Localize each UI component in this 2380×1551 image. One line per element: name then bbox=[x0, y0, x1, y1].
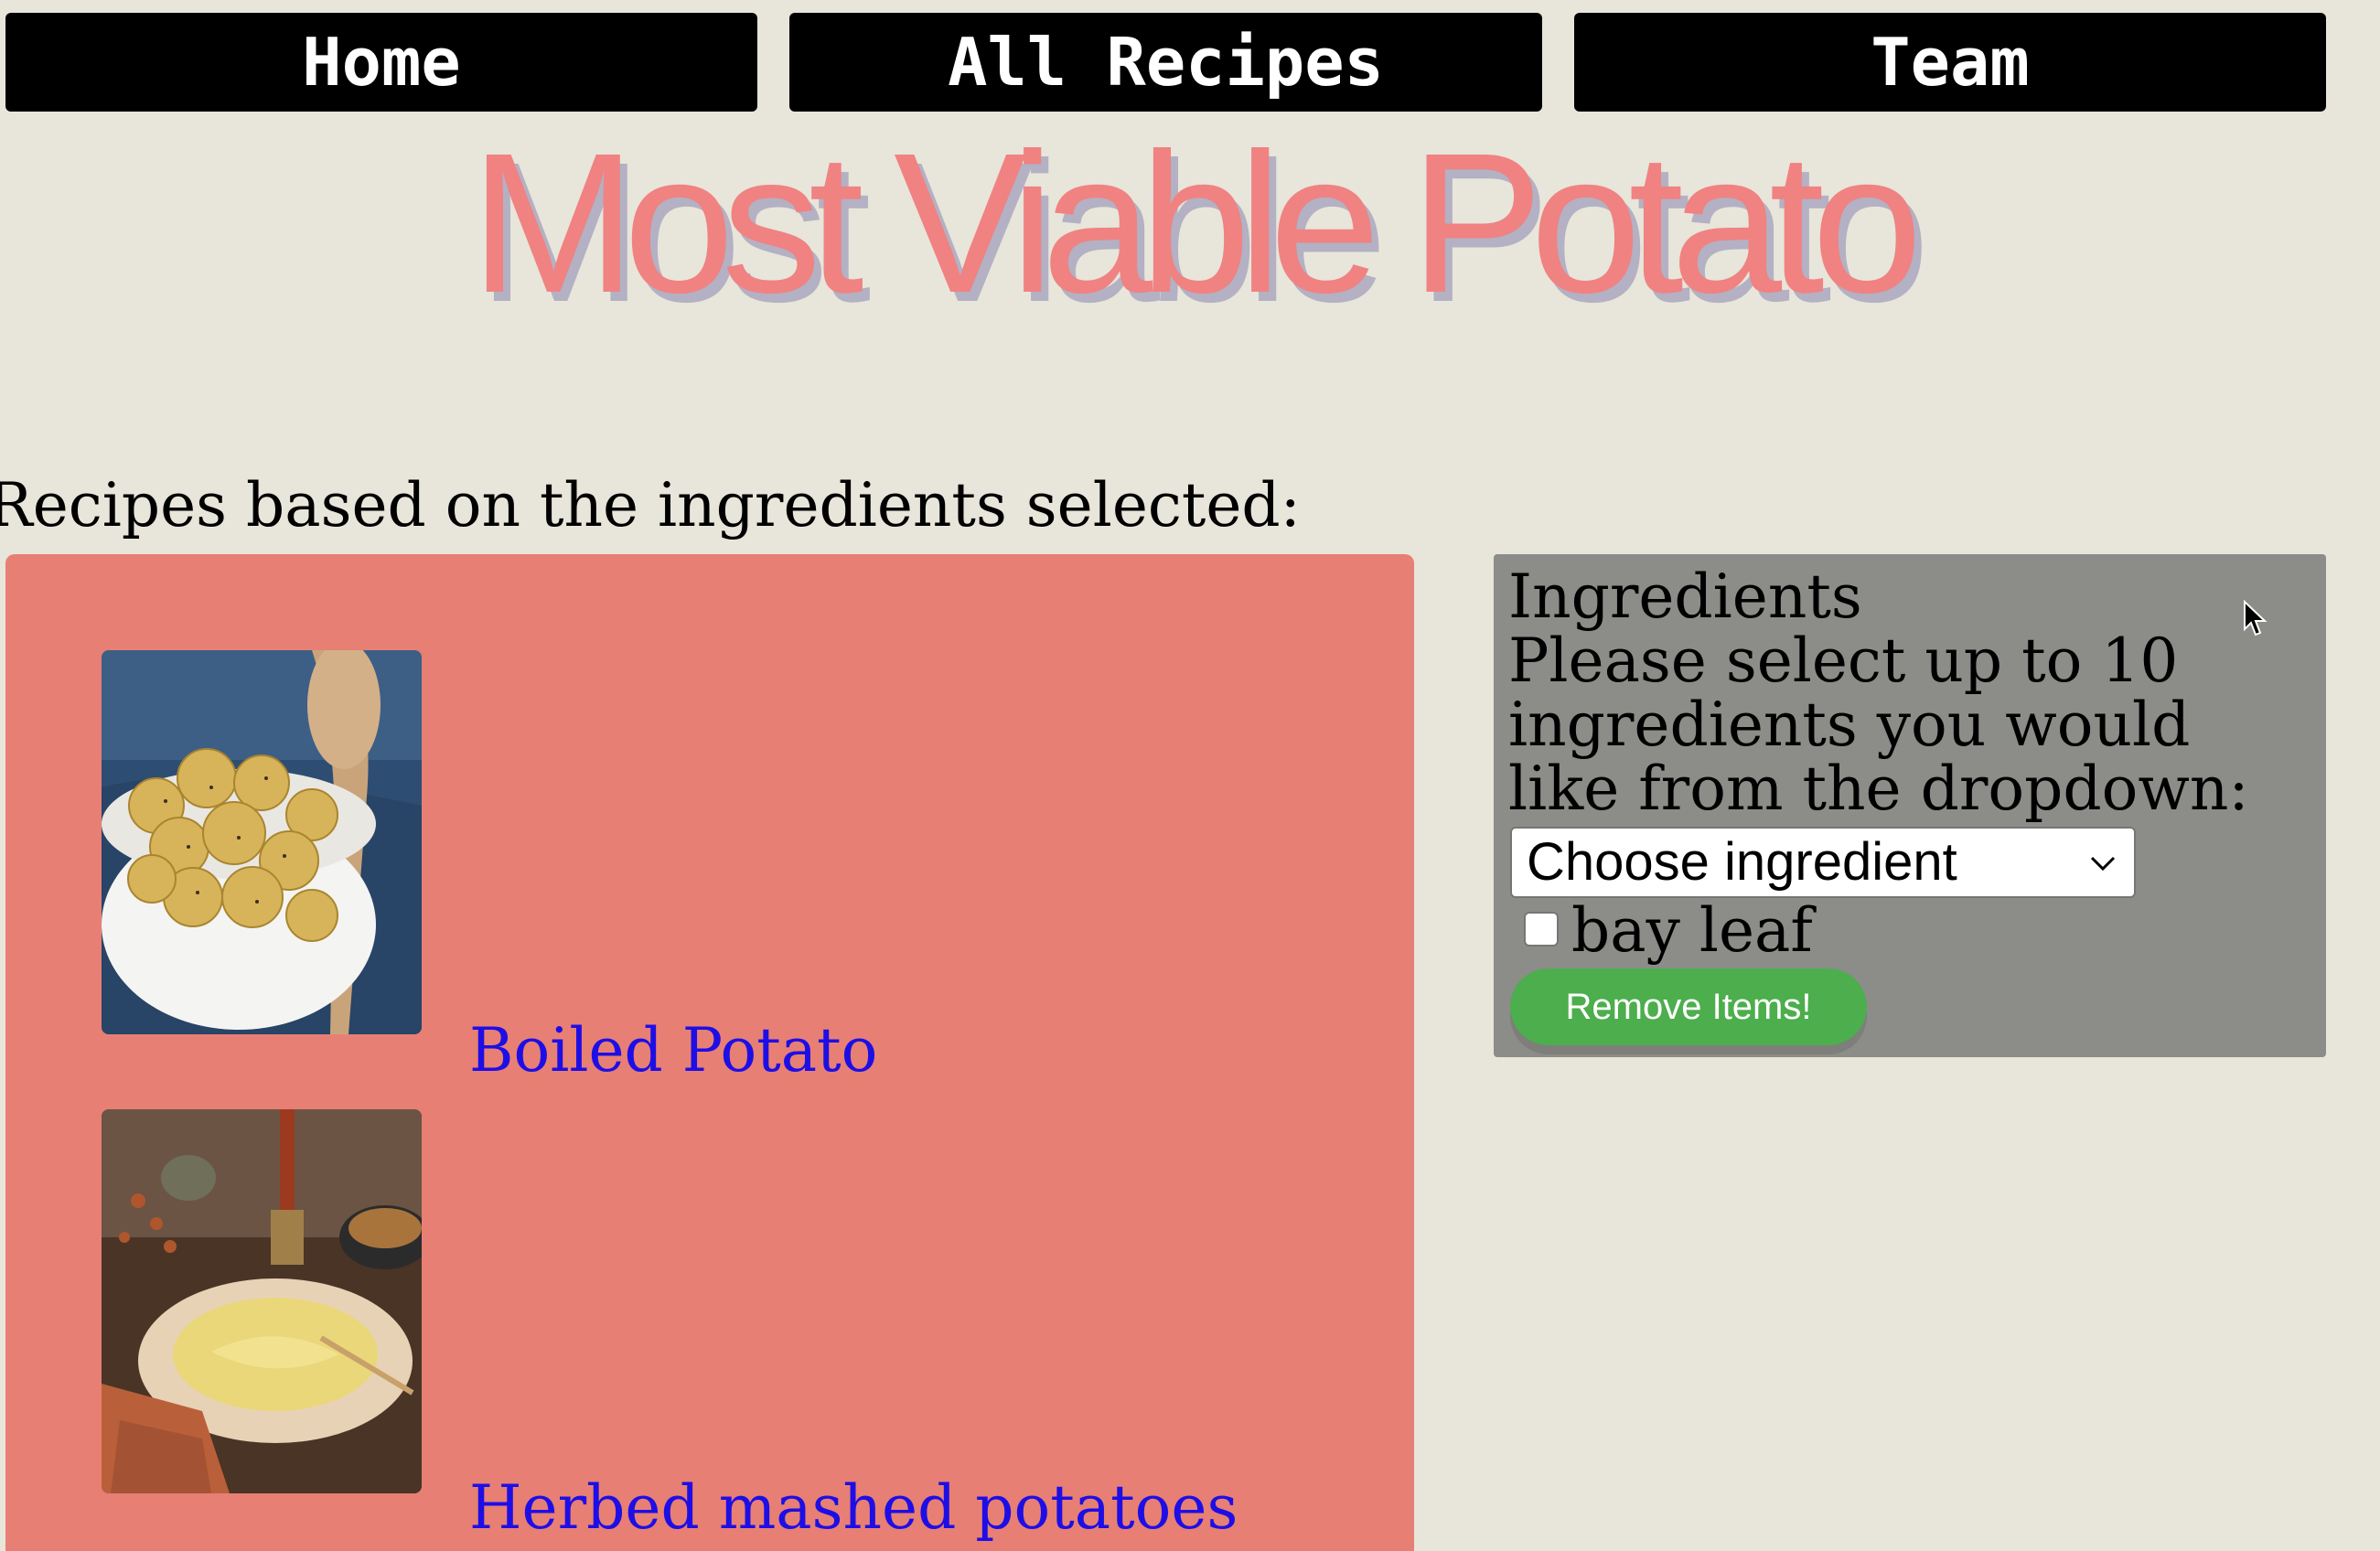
ingredient-select[interactable]: Choose ingredient bbox=[1510, 827, 2136, 898]
recipe-image-herbed-mashed-potatoes[interactable] bbox=[102, 1109, 422, 1493]
ingredient-checkbox[interactable] bbox=[1524, 912, 1559, 947]
page: Home All Recipes Team Most Viable Potato… bbox=[0, 0, 2380, 1551]
recipes-heading: Recipes based on the ingredients selecte… bbox=[0, 470, 1301, 540]
ingredients-panel: Ingredients Please select up to 10 ingre… bbox=[1494, 554, 2326, 1057]
ingredient-select-value: Choose ingredient bbox=[1527, 832, 1957, 892]
recipes-panel: Boiled Potato Herbed mashed potatoes bbox=[5, 554, 1414, 1551]
site-title: Most Viable Potato bbox=[470, 112, 1923, 335]
recipe-image-boiled-potato[interactable] bbox=[102, 650, 422, 1034]
ingredients-title: Ingredients bbox=[1508, 562, 1862, 632]
mouse-cursor-icon bbox=[2244, 600, 2267, 636]
ingredient-checkbox-label: bay leaf bbox=[1571, 895, 1813, 966]
remove-items-button[interactable]: Remove Items! bbox=[1510, 968, 1867, 1045]
recipe-link[interactable]: Herbed mashed potatoes bbox=[469, 1471, 1238, 1545]
nav-home-button[interactable]: Home bbox=[5, 13, 757, 112]
ingredients-instructions: Please select up to 10 ingredients you w… bbox=[1508, 626, 2249, 824]
recipe-link[interactable]: Boiled Potato bbox=[469, 1014, 877, 1087]
nav-team-button[interactable]: Team bbox=[1574, 13, 2326, 112]
chevron-down-icon bbox=[2090, 856, 2116, 872]
nav-all-recipes-button[interactable]: All Recipes bbox=[789, 13, 1542, 112]
